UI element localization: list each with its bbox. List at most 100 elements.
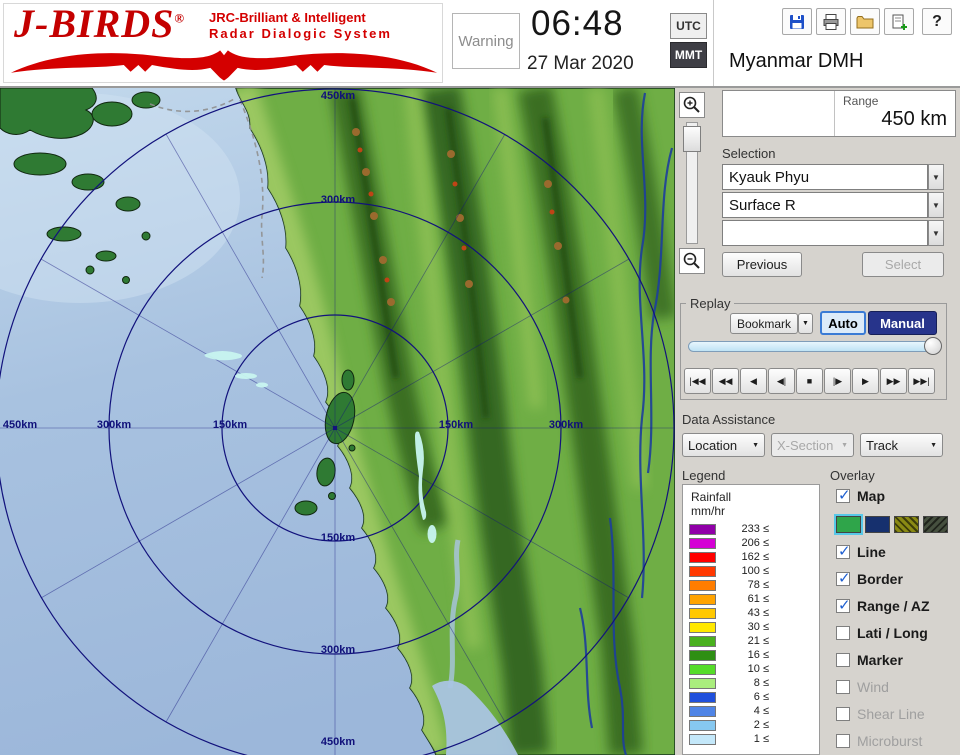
overlay-label: Overlay bbox=[830, 468, 875, 483]
map-style-swatch-navy[interactable] bbox=[865, 516, 890, 533]
radar-map[interactable]: 450km 300km 450km 300km 150km 150km 300k… bbox=[0, 88, 675, 755]
replay-timeline-slider[interactable] bbox=[688, 341, 938, 352]
print-button[interactable] bbox=[816, 8, 846, 35]
x-section-button[interactable]: X-Section▼ bbox=[771, 433, 854, 457]
save-icon bbox=[787, 12, 807, 32]
open-folder-button[interactable] bbox=[850, 8, 880, 35]
overlay-row-line[interactable]: Line bbox=[836, 544, 956, 562]
overlay-row-marker[interactable]: Marker bbox=[836, 652, 956, 670]
station-title: Myanmar DMH bbox=[729, 50, 863, 73]
location-button-label: Location bbox=[688, 438, 737, 453]
bookmark-button[interactable]: Bookmark bbox=[730, 313, 798, 334]
zoom-slider-thumb[interactable] bbox=[683, 126, 701, 152]
overlay-marker-label: Marker bbox=[857, 652, 903, 668]
transport-stop-button[interactable]: ■ bbox=[796, 368, 823, 394]
legend-swatch bbox=[689, 622, 716, 633]
legend-swatch bbox=[689, 552, 716, 563]
export-button[interactable] bbox=[884, 8, 914, 35]
warning-status-button[interactable]: Warning bbox=[452, 13, 520, 69]
track-button[interactable]: Track▼ bbox=[860, 433, 943, 457]
replay-label: Replay bbox=[686, 296, 734, 311]
option-combo-arrow-icon[interactable]: ▼ bbox=[928, 220, 944, 246]
product-combobox[interactable]: Surface R bbox=[722, 192, 928, 218]
legend-value: 8 ≤ bbox=[721, 677, 769, 689]
legend-unit-line1: Rainfall bbox=[691, 490, 731, 504]
overlay-map-label: Map bbox=[857, 488, 885, 504]
legend-value: 233 ≤ bbox=[721, 523, 769, 535]
overlay-row-border[interactable]: Border bbox=[836, 571, 956, 589]
checkbox-range-az[interactable] bbox=[836, 599, 850, 613]
registered-mark: ® bbox=[174, 11, 185, 26]
zoom-in-button[interactable] bbox=[679, 92, 705, 118]
legend-swatch bbox=[689, 678, 716, 689]
eagle-logo-icon bbox=[8, 46, 440, 82]
checkbox-line[interactable] bbox=[836, 545, 850, 559]
map-style-swatches bbox=[836, 516, 956, 534]
map-style-swatch-green[interactable] bbox=[836, 516, 861, 533]
overlay-shear-line-label: Shear Line bbox=[857, 706, 925, 722]
legend-swatch bbox=[689, 608, 716, 619]
product-combo-arrow-icon[interactable]: ▼ bbox=[928, 192, 944, 218]
print-icon bbox=[821, 12, 841, 32]
ring-label-300-right: 300km bbox=[544, 419, 588, 431]
logo-subtitle-2: Radar Dialogic System bbox=[209, 26, 392, 41]
auto-mode-button[interactable]: Auto bbox=[820, 311, 866, 335]
legend-value: 16 ≤ bbox=[721, 649, 769, 661]
transport-last-button[interactable]: ▶▶| bbox=[908, 368, 935, 394]
previous-button[interactable]: Previous bbox=[722, 252, 802, 277]
option-combobox[interactable] bbox=[722, 220, 928, 246]
legend-swatch bbox=[689, 664, 716, 675]
logo-title: J-BIRDS® bbox=[14, 0, 185, 47]
transport-step-fwd-button[interactable]: |▶ bbox=[824, 368, 851, 394]
jbirds-logo: J-BIRDS® JRC-Brilliant & Intelligent Rad… bbox=[3, 3, 443, 83]
zoom-out-button[interactable] bbox=[679, 248, 705, 274]
overlay-wind-label: Wind bbox=[857, 679, 889, 695]
overlay-lati-long-label: Lati / Long bbox=[857, 625, 928, 641]
utc-toggle-button[interactable]: UTC bbox=[670, 13, 707, 39]
checkbox-lati-long[interactable] bbox=[836, 626, 850, 640]
control-panel: Range 450 km Selection Kyauk Phyu ▼ Surf… bbox=[675, 88, 960, 755]
transport-step-back-button[interactable]: ◀| bbox=[768, 368, 795, 394]
checkbox-map[interactable] bbox=[836, 489, 850, 503]
transport-first-button[interactable]: |◀◀ bbox=[684, 368, 711, 394]
legend-swatch bbox=[689, 594, 716, 605]
x-section-dropdown-icon: ▼ bbox=[841, 442, 848, 449]
overlay-range-az-label: Range / AZ bbox=[857, 598, 930, 614]
help-button[interactable]: ? bbox=[922, 8, 952, 35]
transport-rewind-button[interactable]: ◀◀ bbox=[712, 368, 739, 394]
manual-mode-button[interactable]: Manual bbox=[868, 311, 937, 335]
checkbox-wind bbox=[836, 680, 850, 694]
overlay-row-lati-long[interactable]: Lati / Long bbox=[836, 625, 956, 643]
transport-ffwd-button[interactable]: ▶▶ bbox=[880, 368, 907, 394]
select-button[interactable]: Select bbox=[862, 252, 944, 277]
location-button[interactable]: Location ▼ bbox=[682, 433, 765, 457]
overlay-row-range-az[interactable]: Range / AZ bbox=[836, 598, 956, 616]
legend-value: 61 ≤ bbox=[721, 593, 769, 605]
overlay-row-map[interactable]: Map bbox=[836, 488, 956, 506]
ring-label-450-left: 450km bbox=[0, 419, 42, 431]
radar-site-marker bbox=[333, 426, 337, 430]
mmt-toggle-button[interactable]: MMT bbox=[670, 42, 707, 68]
transport-play-button[interactable]: ▶ bbox=[852, 368, 879, 394]
help-icon: ? bbox=[932, 13, 942, 31]
checkbox-marker[interactable] bbox=[836, 653, 850, 667]
ring-label-150-left: 150km bbox=[208, 419, 252, 431]
export-icon bbox=[889, 12, 909, 32]
transport-play-back-button[interactable]: ◀ bbox=[740, 368, 767, 394]
overlay-row-wind: Wind bbox=[836, 679, 956, 697]
site-combo-arrow-icon[interactable]: ▼ bbox=[928, 164, 944, 190]
save-button[interactable] bbox=[782, 8, 812, 35]
checkbox-border[interactable] bbox=[836, 572, 850, 586]
replay-slider-thumb[interactable] bbox=[924, 337, 942, 355]
bookmark-dropdown-icon[interactable]: ▼ bbox=[798, 313, 813, 334]
location-dropdown-icon: ▼ bbox=[752, 442, 759, 449]
map-style-swatch-olive[interactable] bbox=[894, 516, 919, 533]
overlay-row-shear-line: Shear Line bbox=[836, 706, 956, 724]
legend-swatch bbox=[689, 636, 716, 647]
legend-value: 6 ≤ bbox=[721, 691, 769, 703]
legend-swatch bbox=[689, 524, 716, 535]
map-style-swatch-dark[interactable] bbox=[923, 516, 948, 533]
site-combobox[interactable]: Kyauk Phyu bbox=[722, 164, 928, 190]
legend-swatch bbox=[689, 566, 716, 577]
overlay-row-microburst: Microburst bbox=[836, 733, 956, 751]
